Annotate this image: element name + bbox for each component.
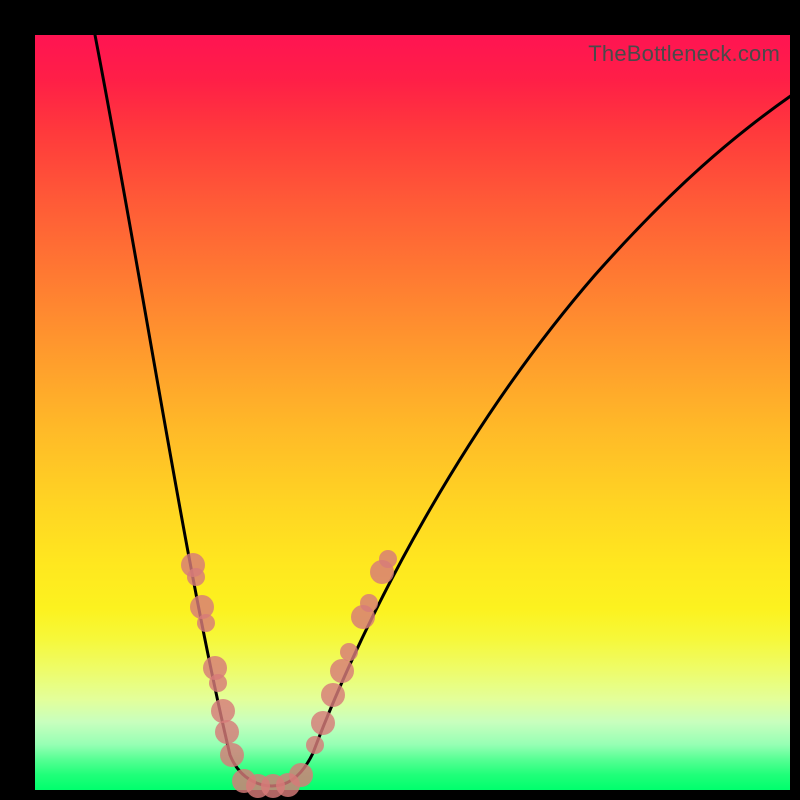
data-marker [220,743,244,767]
data-marker [215,720,239,744]
data-marker [187,568,205,586]
data-markers [181,550,397,798]
data-marker [330,659,354,683]
data-marker [209,674,227,692]
data-marker [306,736,324,754]
data-marker [340,643,358,661]
data-marker [289,763,313,787]
bottleneck-curve [95,35,792,786]
data-marker [379,550,397,568]
data-marker [211,699,235,723]
data-marker [321,683,345,707]
data-marker [360,594,378,612]
data-marker [197,614,215,632]
data-marker [311,711,335,735]
chart-svg [35,35,790,790]
plot-area: TheBottleneck.com [35,35,790,790]
chart-container: TheBottleneck.com [0,0,800,800]
